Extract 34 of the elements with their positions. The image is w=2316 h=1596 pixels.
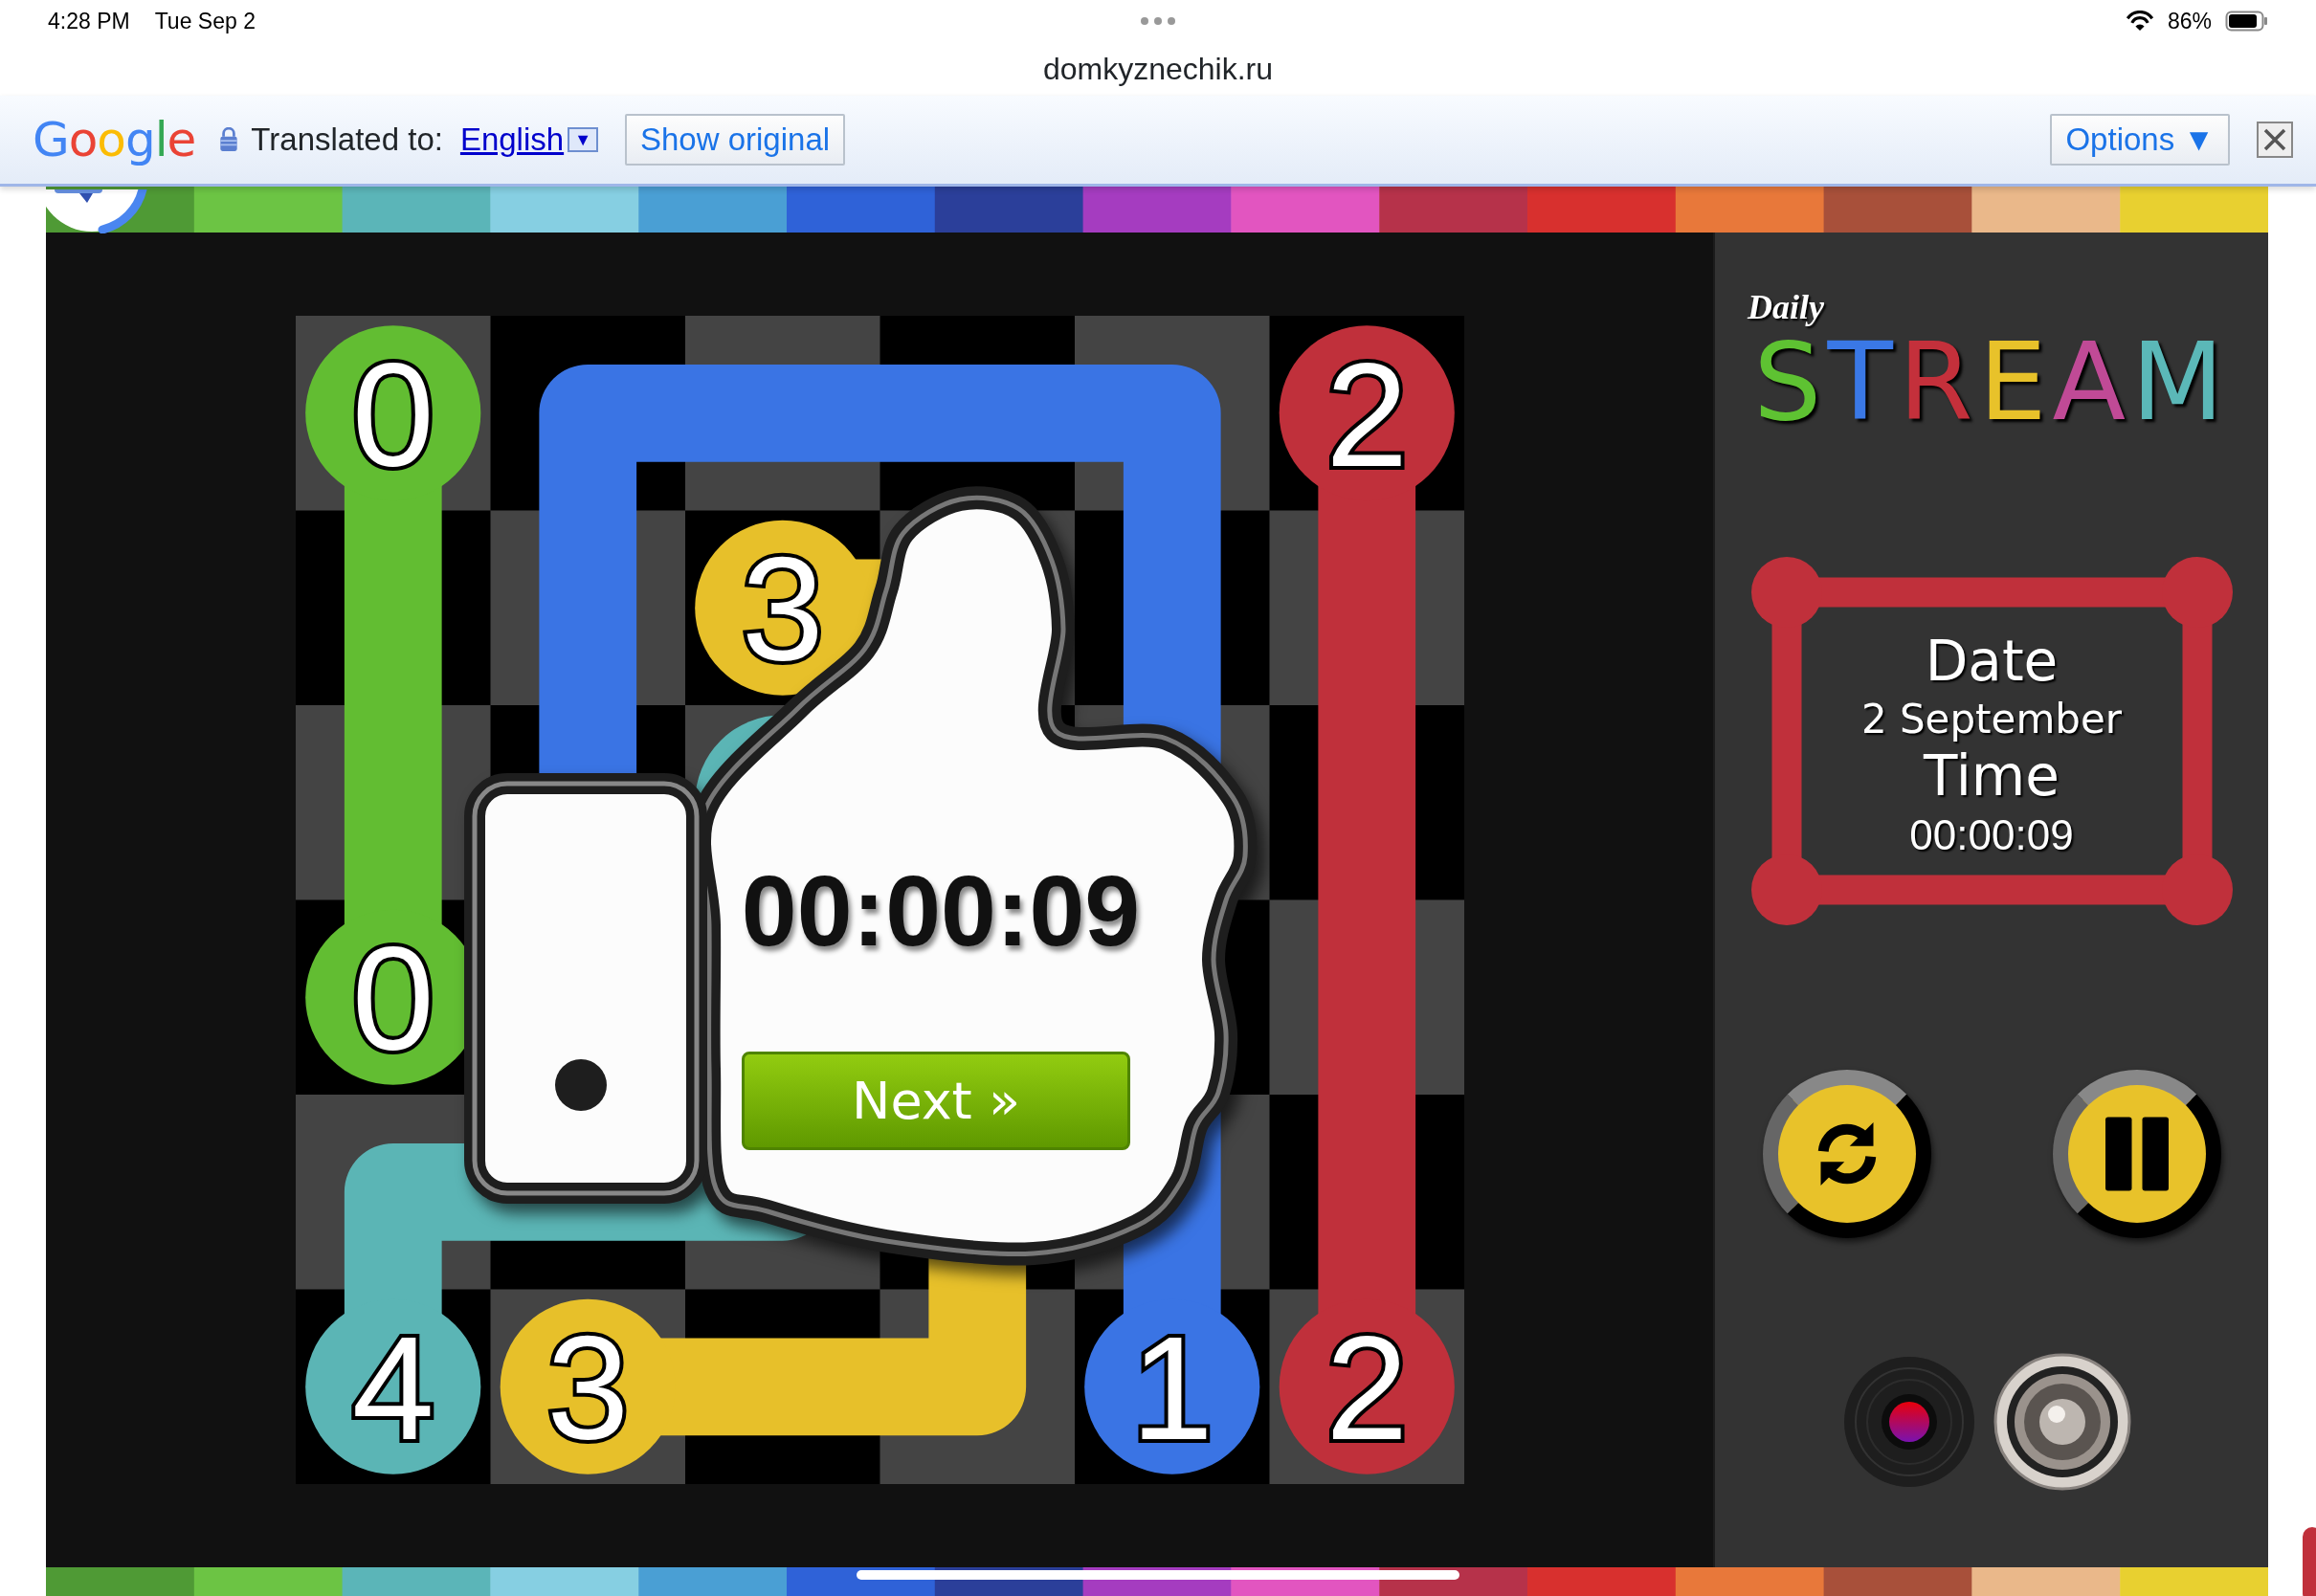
endpoint-number: 1 — [1130, 1305, 1214, 1472]
flow-path[interactable] — [1279, 325, 1455, 1474]
close-icon[interactable] — [2257, 122, 2293, 158]
timer-text: 00:00:09 — [740, 856, 1142, 966]
clock-time: 4:28 PM — [48, 7, 130, 35]
endpoint-number: 2 — [1325, 1305, 1409, 1472]
speaker-icon[interactable] — [1992, 1351, 2133, 1493]
date-text: Tue Sep 2 — [154, 7, 256, 35]
language-dropdown[interactable]: ▼ — [568, 127, 598, 152]
lock-icon — [218, 127, 240, 152]
endpoint-number: 3 — [546, 1305, 630, 1472]
endpoint-number: 0 — [351, 916, 434, 1082]
more-icon[interactable] — [1140, 16, 1176, 26]
options-button[interactable]: Options ▼ — [2050, 114, 2230, 166]
info-heading: Date — [1925, 629, 2059, 696]
info-value: 00:00:09 — [1909, 809, 2074, 860]
google-logo: Google — [33, 110, 196, 169]
page-url[interactable]: domkyznechik.ru — [1042, 46, 1274, 92]
language-link[interactable]: English — [459, 116, 565, 164]
battery-percent: 86% — [2167, 7, 2212, 35]
info-value: 2 September — [1860, 695, 2123, 744]
logo-title: STREAM — [1753, 328, 2230, 435]
battery-icon — [2225, 11, 2268, 32]
logo-subtitle: Daily — [1748, 290, 1824, 324]
endpoint-number: 4 — [351, 1305, 434, 1472]
show-original-button[interactable]: Show original — [624, 114, 846, 166]
endpoint-number: 2 — [1325, 331, 1409, 498]
endpoint-number: 3 — [741, 526, 824, 693]
translate-label: Translated to: — [251, 121, 443, 160]
flow-path[interactable] — [305, 325, 481, 1085]
endpoint-number: 0 — [351, 331, 434, 498]
record-icon[interactable] — [1842, 1355, 1976, 1489]
wifi-icon — [2125, 11, 2154, 32]
info-heading: Time — [1924, 743, 2060, 810]
